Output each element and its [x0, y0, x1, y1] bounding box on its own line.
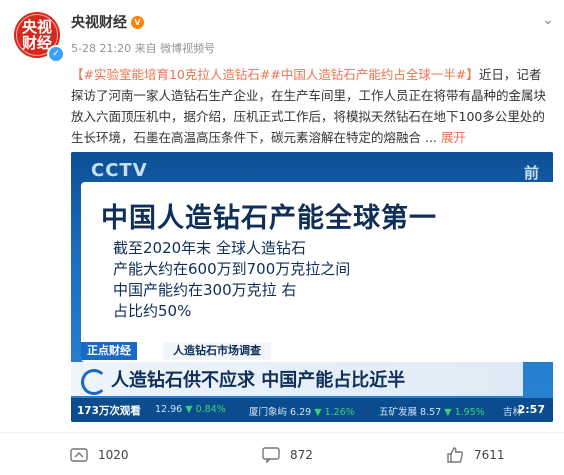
video-line-3: 中国产能约在300万克拉 右 — [113, 281, 297, 299]
video-player[interactable]: CCTV 财经 前 中国人造钻石产能全球第一 截至2020年末 全球人造钻石 产… — [71, 152, 553, 422]
repost-button[interactable]: 1020 — [70, 447, 129, 463]
show-name: 正点财经 — [81, 342, 137, 360]
post-meta: 5-28 21:20 来自 微博视频号 — [71, 40, 215, 56]
member-badge-icon: V — [131, 15, 144, 29]
channel-logo: CCTV — [91, 160, 148, 181]
like-button[interactable]: 7611 — [446, 447, 505, 463]
action-bar: 1020 872 7611 — [0, 432, 564, 471]
thumbs-up-icon — [447, 447, 463, 463]
view-count: 173万次观看 — [77, 405, 141, 417]
topic-tags[interactable]: 【#实验室能培育10克拉人造钻石##中国人造钻石产能约占全球一半#】 — [71, 67, 479, 82]
expand-link[interactable]: 展开 — [441, 130, 466, 145]
segment-title: 人造钻石市场调查 — [163, 342, 271, 360]
like-count: 7611 — [474, 448, 505, 462]
video-line-2: 产能大约在600万到700万克拉之间 — [113, 260, 351, 278]
comment-count: 872 — [290, 448, 313, 462]
chevron-down-icon[interactable]: ⌄ — [538, 10, 558, 30]
author-name[interactable]: 央视财经 — [71, 12, 127, 32]
ticker-item: 厦门象屿 6.29 ▼ 1.26% — [249, 407, 355, 418]
ticker-item: 五矿发展 8.57 ▼ 1.95% — [379, 407, 485, 418]
ticker-item: 12.96 ▼ 0.84% — [155, 404, 226, 415]
post-source: 来自 微博视频号 — [134, 42, 216, 55]
author-name-row: 央视财经 V — [71, 12, 144, 32]
video-line-1: 截至2020年末 全球人造钻石 — [113, 239, 306, 257]
repost-count: 1020 — [98, 448, 129, 462]
post-time[interactable]: 5-28 21:20 — [71, 42, 131, 55]
swirl-icon — [81, 369, 107, 395]
video-headline: 人造钻石供不应求 中国产能占比近半 — [111, 370, 406, 391]
video-duration: 2:57 — [517, 403, 545, 416]
corner-label: 前 — [523, 164, 539, 182]
post-content: 【#实验室能培育10克拉人造钻石##中国人造钻石产能约占全球一半#】近日，记者探… — [71, 64, 549, 148]
weibo-post: 央视 财经 ✓ 央视财经 V 5-28 21:20 来自 微博视频号 ⌄ 【#实… — [0, 0, 564, 475]
comment-button[interactable]: 872 — [262, 447, 313, 463]
comment-icon — [262, 447, 280, 463]
video-line-4: 占比约50% — [113, 302, 192, 320]
verified-icon: ✓ — [47, 45, 65, 63]
video-title: 中国人造钻石产能全球第一 — [101, 203, 437, 234]
repost-icon — [70, 448, 88, 462]
